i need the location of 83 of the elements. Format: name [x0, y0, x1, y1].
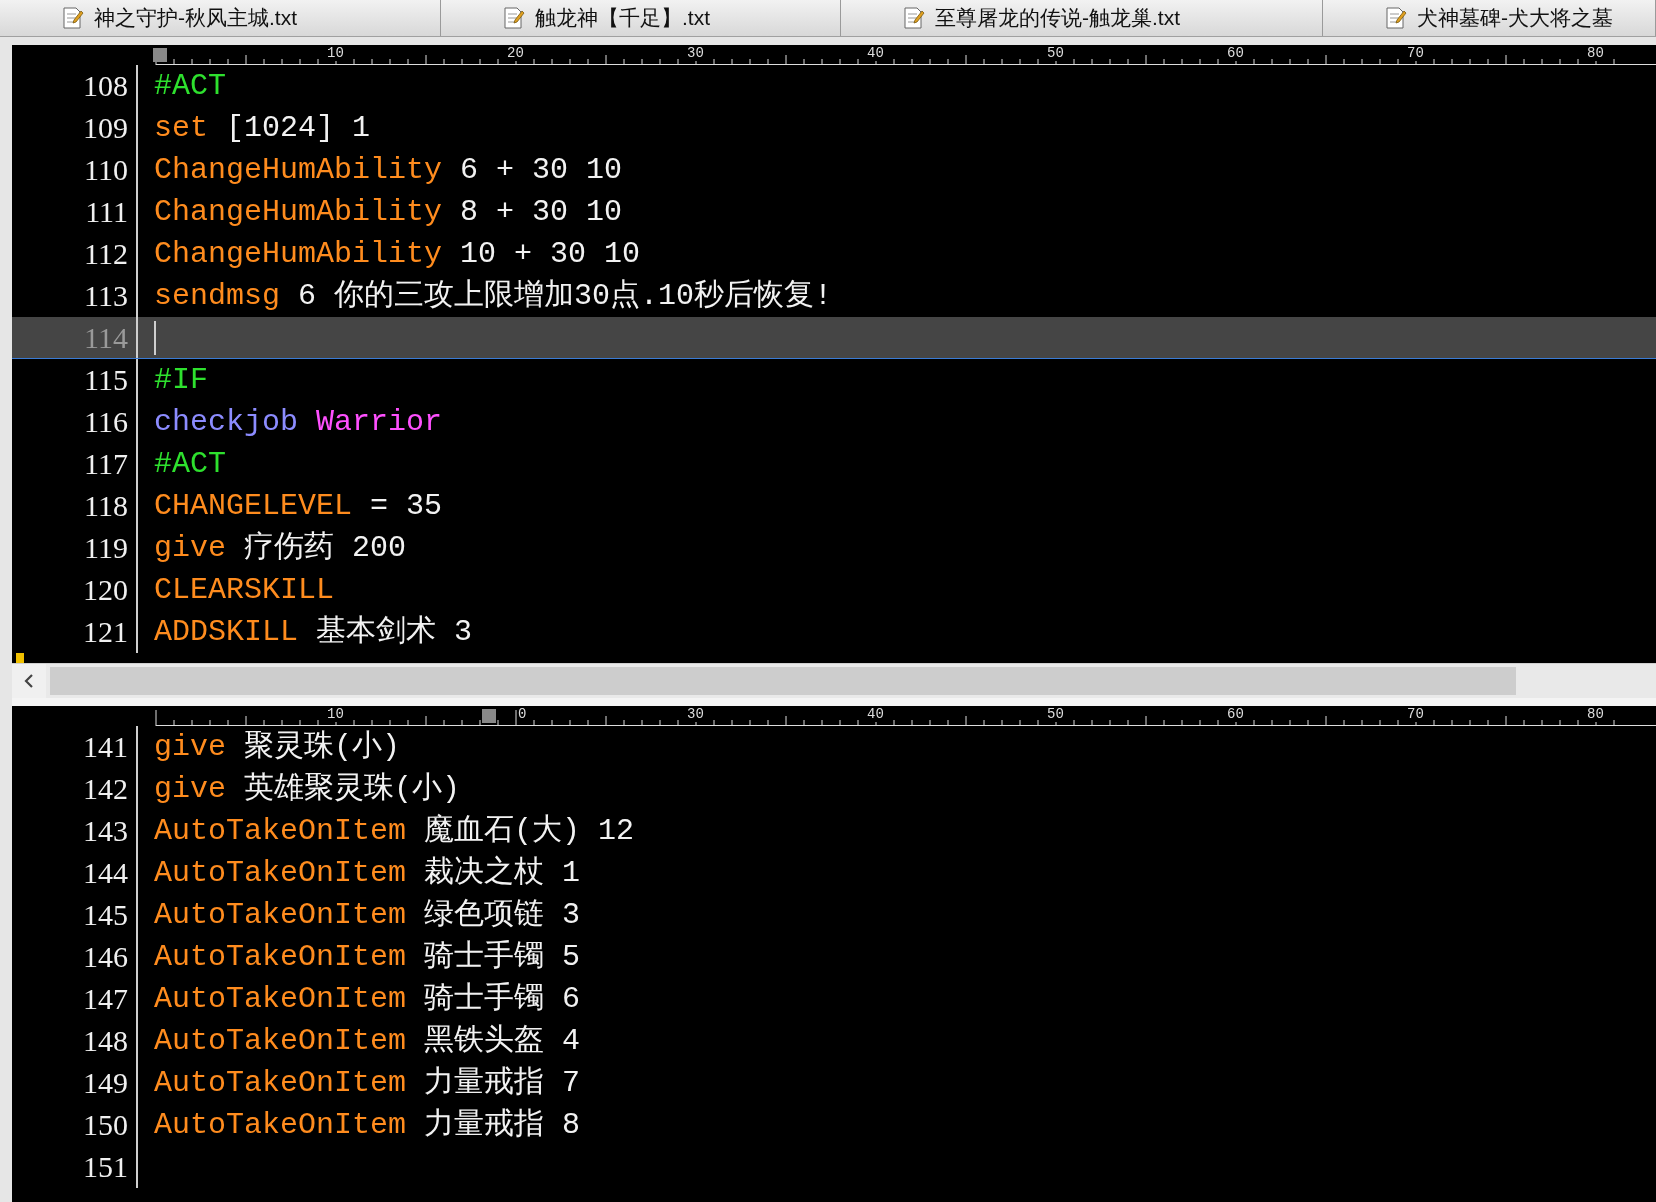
code-line: AutoTakeOnItem 力量戒指 8: [153, 1107, 581, 1144]
code-line: #ACT: [153, 446, 226, 483]
code-line: set [1024] 1: [153, 110, 371, 147]
line-number: 118: [83, 488, 129, 524]
horizontal-scrollbar[interactable]: [12, 663, 1656, 698]
code-line: give 英雄聚灵珠(小): [153, 771, 461, 808]
tab-label: 犬神墓碑-犬大将之墓: [1417, 5, 1613, 31]
ruler-marker[interactable]: [153, 48, 167, 62]
ruler-label: 80: [1587, 45, 1604, 61]
code-line: AutoTakeOnItem 黑铁头盔 4: [153, 1023, 581, 1060]
line-number: 114: [83, 320, 129, 356]
text-cursor: [154, 321, 156, 355]
ruler-label: 30: [687, 706, 704, 722]
ruler-label: 70: [1407, 706, 1424, 722]
code-line: checkjob Warrior: [153, 404, 443, 441]
ruler-label: 80: [1587, 706, 1604, 722]
code-line: ChangeHumAbility 8 + 30 10: [153, 194, 623, 231]
line-number: 149: [82, 1065, 129, 1101]
line-number: 142: [82, 771, 129, 807]
text-file-icon: [501, 6, 525, 30]
ruler-label: 50: [1047, 45, 1064, 61]
ruler-label: 60: [1227, 706, 1244, 722]
line-number: 147: [82, 981, 129, 1017]
code-line: AutoTakeOnItem 骑士手镯 5: [153, 939, 581, 976]
line-number: 146: [82, 939, 129, 975]
code-line: CLEARSKILL: [153, 572, 335, 609]
line-number: 141: [82, 729, 129, 765]
ruler-label: 70: [1407, 45, 1424, 61]
ruler-marker[interactable]: [482, 709, 496, 723]
code-line: AutoTakeOnItem 裁决之杖 1: [153, 854, 581, 892]
line-number: 116: [83, 404, 129, 440]
ruler-label: 10: [327, 706, 344, 722]
line-number: 113: [83, 278, 129, 314]
code-line: ADDSKILL 基本剑术 3: [153, 614, 473, 651]
scroll-left-button[interactable]: [12, 664, 46, 698]
ruler-label: 40: [867, 706, 884, 722]
text-file-icon: [1383, 6, 1407, 30]
line-number: 117: [83, 446, 129, 482]
ruler-label: 40: [867, 45, 884, 61]
file-tab[interactable]: 至尊屠龙的传说-触龙巢.txt: [841, 0, 1323, 36]
code-line: ChangeHumAbility 6 + 30 10: [153, 152, 623, 189]
code-line: AutoTakeOnItem 绿色项链 3: [153, 897, 581, 934]
line-number: 144: [82, 855, 129, 891]
change-marker: [16, 653, 24, 663]
ruler-label: 20: [507, 45, 524, 61]
line-number: 108: [82, 68, 129, 104]
line-number: 112: [83, 236, 129, 272]
code-line: give 疗伤药 200: [153, 530, 407, 567]
line-number: 119: [83, 530, 129, 566]
line-number: 110: [83, 152, 129, 188]
file-tab[interactable]: 触龙神【千足】.txt: [441, 0, 841, 36]
code-line: AutoTakeOnItem 骑士手镯 6: [153, 981, 581, 1018]
line-number: 151: [82, 1149, 129, 1185]
line-number: 120: [82, 572, 129, 608]
text-file-icon: [901, 6, 925, 30]
text-file-icon: [60, 6, 84, 30]
code-line: sendmsg 6 你的三攻上限增加30点.10秒后恢复!: [153, 278, 833, 315]
file-tab[interactable]: 犬神墓碑-犬大将之墓: [1323, 0, 1656, 36]
tab-label: 至尊屠龙的传说-触龙巢.txt: [935, 5, 1180, 31]
line-number: 121: [82, 614, 129, 650]
line-number: 145: [82, 897, 129, 933]
tab-label: 触龙神【千足】.txt: [535, 5, 710, 31]
scrollbar-thumb[interactable]: [50, 667, 1516, 695]
line-number: 148: [82, 1023, 129, 1059]
line-number: 150: [82, 1107, 129, 1143]
line-number: 115: [83, 362, 129, 398]
file-tab[interactable]: 神之守护-秋风主城.txt: [0, 0, 441, 36]
code-line: #IF: [153, 362, 208, 399]
ruler-label: 60: [1227, 45, 1244, 61]
code-line: give 聚灵珠(小): [153, 729, 401, 766]
ruler-label: 10: [327, 45, 344, 61]
line-number: 143: [82, 813, 129, 849]
code-line: #ACT: [153, 68, 226, 105]
ruler-label: 30: [687, 45, 704, 61]
line-number: 111: [84, 194, 129, 230]
code-line: AutoTakeOnItem 魔血石(大) 12: [153, 813, 635, 850]
code-line: ChangeHumAbility 10 + 30 10: [153, 236, 641, 273]
tab-label: 神之守护-秋风主城.txt: [94, 5, 297, 31]
ruler-label: 50: [1047, 706, 1064, 722]
line-number: 109: [82, 110, 129, 146]
code-line: AutoTakeOnItem 力量戒指 7: [153, 1065, 581, 1102]
chevron-left-icon: [23, 673, 35, 689]
code-line: CHANGELEVEL = 35: [153, 488, 443, 525]
